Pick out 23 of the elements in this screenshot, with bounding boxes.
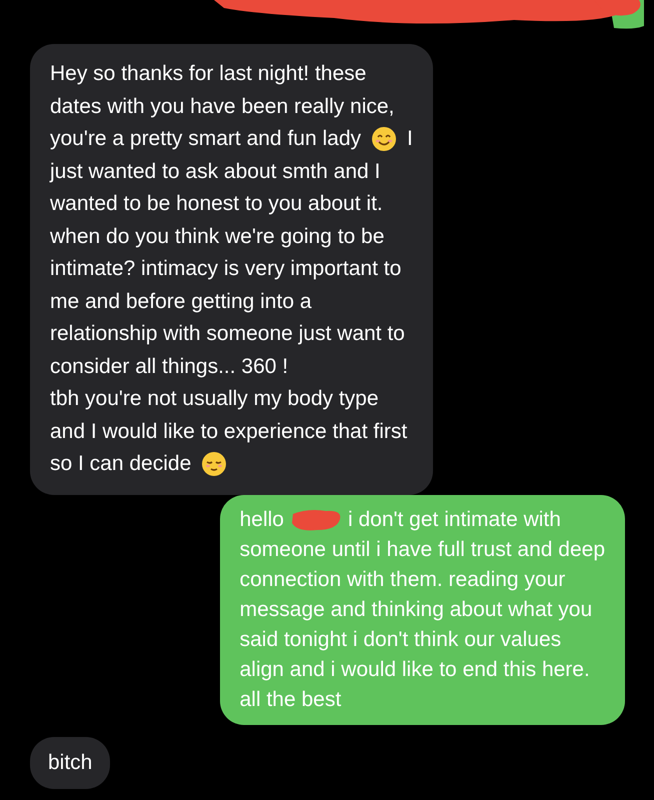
message-text: you're a pretty smart and fun lady: [50, 126, 362, 152]
message-text: so I can decide: [50, 451, 192, 477]
message-text: me and before getting into a: [50, 288, 312, 314]
message-text: i don't get intimate with: [348, 506, 561, 532]
message-text: consider all things... 360 !: [50, 354, 288, 380]
message-text: dates with you have been really nice,: [50, 94, 394, 120]
message-text: said tonight i don't think our values: [240, 626, 562, 652]
message-text: wanted to be honest to you about it.: [50, 191, 383, 217]
message-text: when do you think we're going to be: [50, 224, 384, 250]
message-text: bitch: [48, 750, 92, 776]
message-text: relationship with someone just want to: [50, 321, 405, 347]
message-text: tbh you're not usually my body type: [50, 386, 379, 412]
message-text: message and thinking about what you: [240, 596, 592, 622]
message-text: connection with them. reading your: [240, 566, 566, 592]
message-text: someone until i have full trust and deep: [240, 536, 605, 562]
message-text: just wanted to ask about smth and I: [50, 158, 380, 184]
message-text: intimate? intimacy is very important to: [50, 256, 402, 282]
message-text: Hey so thanks for last night! these: [50, 61, 366, 87]
message-text: I: [407, 126, 413, 152]
message-text: all the best: [240, 686, 342, 712]
message-text: align and i would like to end this here.: [240, 656, 590, 682]
message-text: hello: [240, 506, 284, 532]
message-text: and I would like to experience that first: [50, 418, 408, 444]
